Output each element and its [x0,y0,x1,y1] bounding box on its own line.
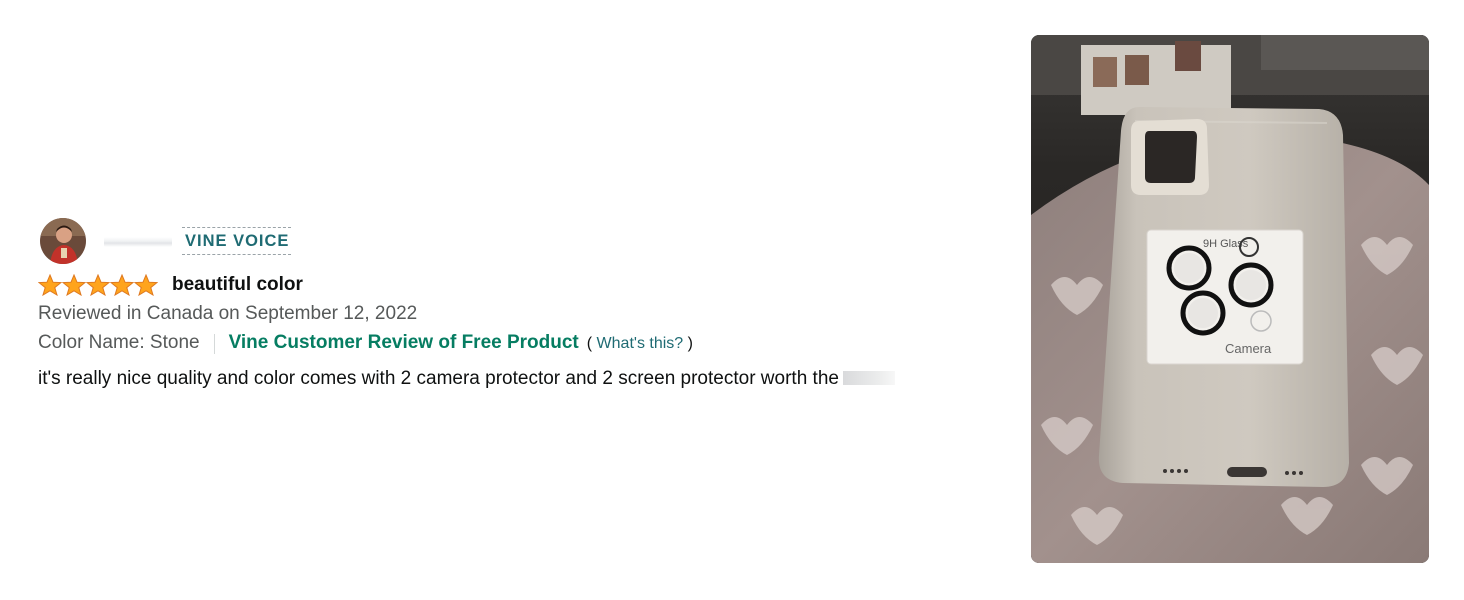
review-text: it's really nice quality and color comes… [38,368,839,389]
star-icon [134,274,158,296]
lens-brand-text: 9H Glass [1203,238,1249,250]
vine-review-label[interactable]: Vine Customer Review of Free Product [229,331,579,355]
star-icon [38,274,62,296]
color-name: Color Name: Stone [38,332,200,353]
reviewer-avatar[interactable] [40,218,86,264]
star-icon [86,274,110,296]
reviewer-profile: VINE VOICE [38,216,998,266]
star-icon [62,274,86,296]
review-photo[interactable]: 9H Glass Camera [1031,35,1429,563]
paren-open: ( [586,335,593,352]
review-date: Reviewed in Canada on September 12, 2022 [38,303,418,324]
star-icon [110,274,134,296]
redacted-text [842,371,895,385]
meta-divider [213,333,215,354]
vine-voice-badge[interactable]: VINE VOICE [182,227,292,255]
review-card: VINE VOICE beautiful color Reviewed in C… [38,216,998,391]
rating-row: beautiful color [38,273,998,297]
review-title[interactable]: beautiful color [172,274,303,296]
whats-this: ( What's this? ) [587,332,693,356]
paren-close: ) [687,335,693,352]
star-rating[interactable] [38,274,158,296]
camera-label: Camera [1225,341,1272,356]
review-body: it's really nice quality and color comes… [38,367,998,391]
review-meta: Color Name: Stone Vine Customer Review o… [38,331,998,356]
whats-this-link[interactable]: What's this? [597,335,684,352]
reviewer-name-redacted[interactable] [104,237,172,247]
